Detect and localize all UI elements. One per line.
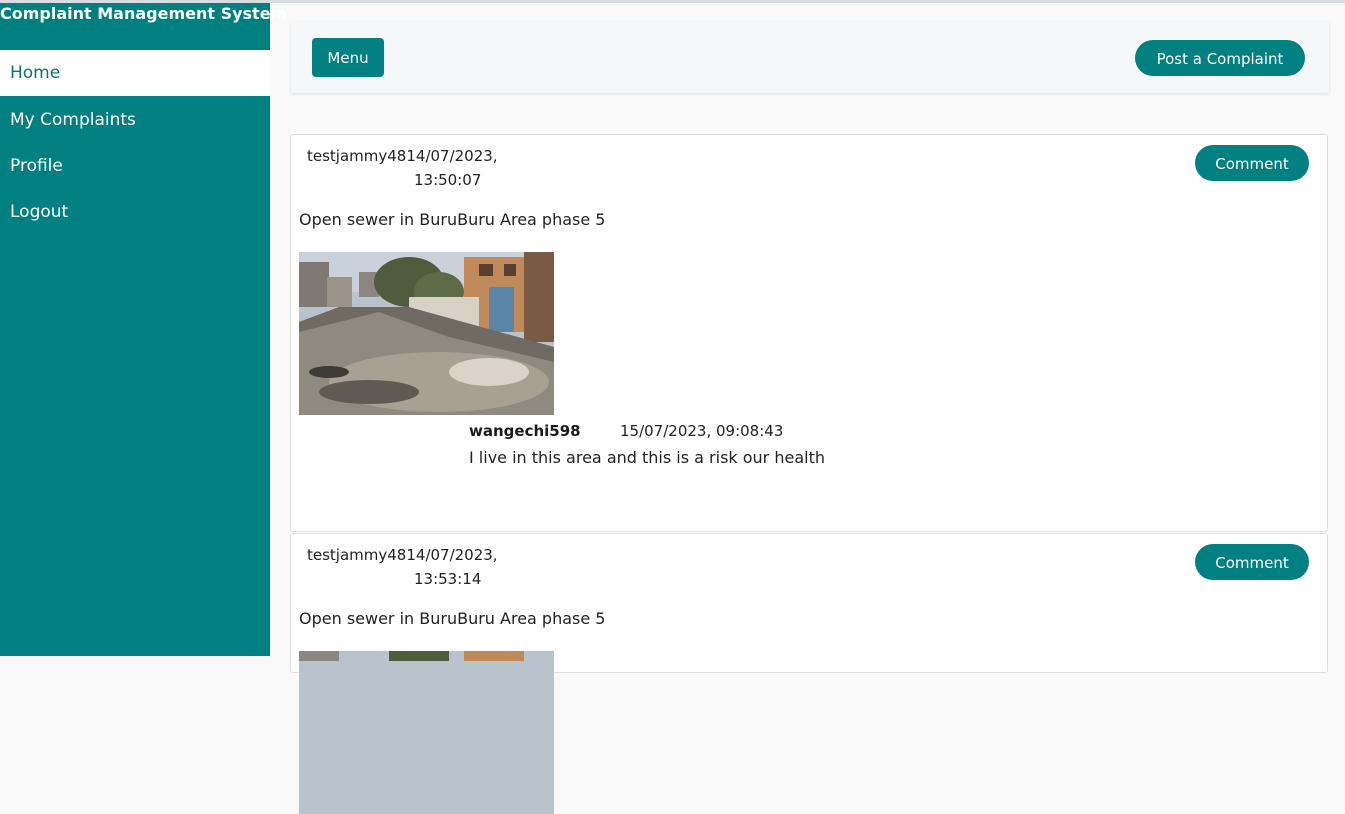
complaint-description: Open sewer in BuruBuru Area phase 5 [299, 609, 606, 628]
post-complaint-button[interactable]: Post a Complaint [1135, 40, 1305, 76]
complaint-meta: testjammy4814/07/2023, 13:50:07 [307, 144, 527, 192]
complaint-user-date: testjammy4814/07/2023, [307, 546, 498, 564]
comment-datetime: 15/07/2023, 09:08:43 [620, 422, 784, 440]
complaint-photo [299, 651, 554, 814]
sidebar: Complaint Management System Home My Comp… [0, 3, 288, 656]
comment-username: wangechi598 [469, 422, 581, 440]
complaint-photo [299, 252, 554, 415]
comment-text: I live in this area and this is a risk o… [469, 448, 825, 467]
complaint-time: 13:53:14 [414, 570, 482, 588]
complaint-time: 13:50:07 [414, 171, 482, 189]
complaint-user-date: testjammy4814/07/2023, [307, 147, 498, 165]
complaint-card: testjammy4814/07/2023, 13:50:07 Comment … [290, 134, 1328, 532]
complaint-meta: testjammy4814/07/2023, 13:53:14 [307, 543, 527, 591]
sidebar-item-my-complaints[interactable]: My Complaints [0, 97, 270, 143]
app-title: Complaint Management System [0, 4, 288, 23]
sidebar-item-logout[interactable]: Logout [0, 189, 270, 235]
sidebar-item-home[interactable]: Home [0, 50, 270, 96]
complaint-card: testjammy4814/07/2023, 13:53:14 Comment … [290, 533, 1328, 814]
comment-button[interactable]: Comment [1195, 145, 1309, 181]
top-bar: Menu Post a Complaint [291, 22, 1329, 93]
complaint-description: Open sewer in BuruBuru Area phase 5 [299, 210, 606, 229]
sidebar-item-profile[interactable]: Profile [0, 143, 270, 189]
comment-button[interactable]: Comment [1195, 544, 1309, 580]
menu-button[interactable]: Menu [312, 38, 384, 77]
